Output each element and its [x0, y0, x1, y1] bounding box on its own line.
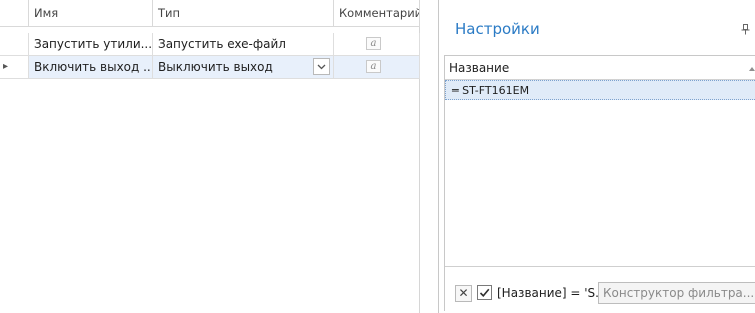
- filter-builder-button[interactable]: Конструктор фильтра...: [598, 282, 755, 304]
- comment-note-icon[interactable]: a: [366, 60, 381, 73]
- clear-filter-button[interactable]: ✕: [455, 285, 472, 302]
- table-row[interactable]: Запустить утили... Запустить exe-файл a: [0, 33, 420, 56]
- table-row-selected[interactable]: ▸ Включить выход ... Выключить выход a: [0, 56, 420, 79]
- filter-expression[interactable]: [Название] = 'S...: [497, 286, 607, 300]
- sort-filter-icon[interactable]: [748, 62, 755, 74]
- type-dropdown-button[interactable]: [313, 58, 330, 75]
- indicator-header: [0, 0, 29, 27]
- row-indicator[interactable]: [0, 33, 29, 56]
- cell-name[interactable]: Включить выход ...: [29, 56, 153, 79]
- filter-panel: ✕ [Название] = 'S... Конструктор фильтра…: [445, 266, 755, 311]
- comment-note-icon[interactable]: a: [366, 37, 381, 50]
- actions-grid: Имя Тип Комментарий Запустить утили... З…: [0, 0, 420, 313]
- cell-type[interactable]: Запустить exe-файл: [153, 33, 334, 56]
- panel-title: Настройки: [455, 20, 540, 38]
- cell-type-value: Выключить выход: [158, 60, 273, 74]
- cell-comment[interactable]: a: [334, 56, 420, 79]
- pin-glyph-icon: [741, 24, 750, 35]
- column-header-name[interactable]: Имя: [29, 0, 153, 27]
- check-icon: [479, 288, 490, 297]
- cell-type-editor[interactable]: Выключить выход: [153, 56, 334, 79]
- column-header-type[interactable]: Тип: [153, 0, 334, 27]
- list-item-selected[interactable]: ═ ST-FT161EM: [445, 80, 755, 100]
- current-row-arrow-icon: ▸: [0, 56, 29, 79]
- pin-icon[interactable]: [741, 24, 750, 38]
- devices-grid: Название ═ ST-FT161EM ✕ [Название] = 'S.…: [444, 55, 755, 311]
- filter-enable-checkbox[interactable]: [477, 285, 492, 300]
- sort-asc-filter-icon: [749, 67, 755, 71]
- settings-panel: Настройки Название ═ ST-FT161EM ✕ [Назва…: [438, 0, 755, 313]
- column-header-comment[interactable]: Комментарий: [334, 0, 420, 27]
- cell-name[interactable]: Запустить утили...: [29, 33, 153, 56]
- chevron-down-icon: [317, 64, 326, 70]
- cell-comment[interactable]: a: [334, 33, 420, 56]
- column-header-title[interactable]: Название: [445, 56, 755, 80]
